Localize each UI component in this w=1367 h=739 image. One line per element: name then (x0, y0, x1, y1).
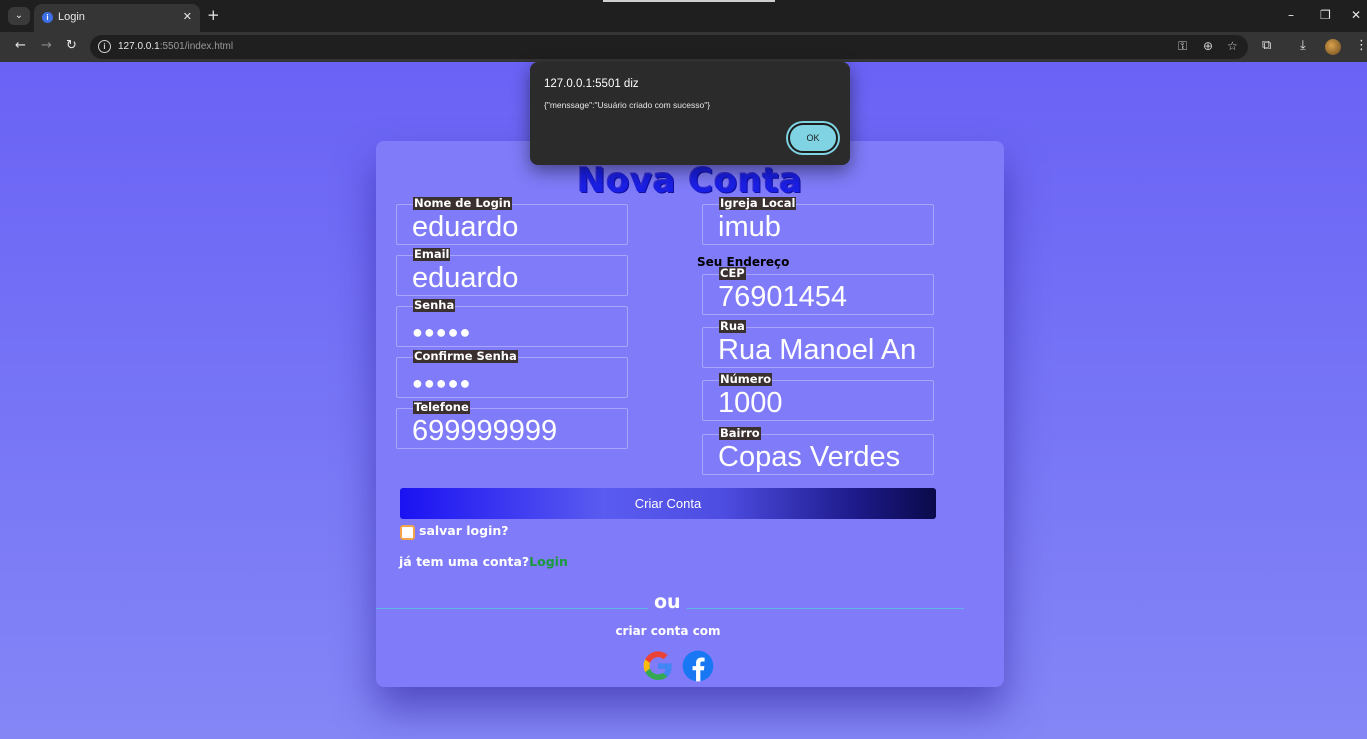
email-value[interactable]: eduardo (412, 261, 626, 295)
cep-label: CEP (719, 266, 746, 280)
number-value[interactable]: 1000 (718, 386, 932, 420)
zoom-icon[interactable]: ⊕ (1203, 39, 1213, 53)
arrow-right-icon[interactable]: → (41, 38, 52, 53)
confirm-password-label: Confirme Senha (413, 349, 518, 363)
tab-strip: ⌄ i Login ✕ + – ❐ ✕ (0, 0, 1367, 32)
info-icon[interactable]: i (98, 40, 111, 53)
phone-value[interactable]: 699999999 (412, 414, 626, 448)
signup-card: Nova Conta Nome de Login eduardo Email e… (376, 141, 1004, 687)
cep-value[interactable]: 76901454 (718, 280, 932, 314)
close-icon[interactable]: ✕ (183, 10, 192, 23)
create-account-button[interactable]: Criar Conta (400, 488, 936, 519)
password-field[interactable]: Senha ●●●●● (396, 299, 628, 349)
reload-icon[interactable]: ↻ (66, 38, 77, 53)
download-icon[interactable]: ⤓ (1300, 38, 1306, 53)
have-account-text: já tem uma conta?Login (399, 554, 568, 569)
arrow-left-icon[interactable]: ← (15, 38, 26, 53)
password-label: Senha (413, 298, 456, 312)
or-text: ou (648, 591, 687, 613)
window-close-icon[interactable]: ✕ (1351, 8, 1361, 22)
church-label: Igreja Local (719, 196, 797, 210)
ok-button[interactable]: OK (788, 123, 838, 153)
login-link[interactable]: Login (529, 554, 568, 569)
phone-label: Telefone (413, 400, 470, 414)
remember-checkbox[interactable] (400, 525, 415, 540)
puzzle-icon[interactable]: ⧉ (1262, 38, 1271, 53)
address-bar[interactable]: i 127.0.0.1:5501/index.html ⚿ ⊕ ☆ (90, 35, 1248, 59)
street-label: Rua (719, 319, 746, 333)
email-field[interactable]: Email eduardo (396, 248, 628, 296)
password-value[interactable]: ●●●●● (412, 315, 626, 349)
number-label: Número (719, 372, 773, 386)
alert-dialog: 127.0.0.1:5501 diz {"menssage":"Usuário … (530, 62, 850, 165)
chevron-down-icon[interactable]: ⌄ (8, 7, 30, 25)
kebab-menu-icon[interactable]: ⋮ (1355, 38, 1367, 53)
plus-icon[interactable]: + (207, 7, 220, 23)
tab-title: Login (58, 11, 85, 23)
login-value[interactable]: eduardo (412, 210, 626, 244)
confirm-password-value[interactable]: ●●●●● (412, 366, 626, 400)
login-label: Nome de Login (413, 196, 512, 210)
login-field[interactable]: Nome de Login eduardo (396, 197, 628, 245)
facebook-icon[interactable] (682, 650, 714, 682)
confirm-password-field[interactable]: Confirme Senha ●●●●● (396, 350, 628, 400)
key-icon[interactable]: ⚿ (1178, 39, 1187, 54)
page-title: Nova Conta (577, 161, 803, 201)
dialog-message: {"menssage":"Usuário criado com sucesso"… (544, 100, 711, 110)
top-accent-line (603, 0, 775, 2)
restore-icon[interactable]: ❐ (1320, 8, 1331, 22)
browser-toolbar: ← → ↻ i 127.0.0.1:5501/index.html ⚿ ⊕ ☆ … (0, 32, 1367, 62)
phone-field[interactable]: Telefone 699999999 (396, 401, 628, 449)
minimize-icon[interactable]: – (1288, 8, 1294, 22)
favicon-icon: i (42, 12, 53, 23)
cep-field[interactable]: CEP 76901454 (702, 267, 934, 315)
neighborhood-value[interactable]: Copas Verdes (718, 440, 932, 474)
neighborhood-label: Bairro (719, 426, 761, 440)
number-field[interactable]: Número 1000 (702, 373, 934, 421)
church-value[interactable]: imub (718, 210, 932, 244)
star-icon[interactable]: ☆ (1227, 39, 1238, 53)
create-with-text: criar conta com (615, 624, 721, 638)
church-field[interactable]: Igreja Local imub (702, 197, 934, 245)
have-account-label: já tem uma conta? (399, 554, 530, 569)
email-label: Email (413, 247, 451, 261)
street-field[interactable]: Rua Rua Manoel An (702, 320, 934, 368)
street-value[interactable]: Rua Manoel An (718, 333, 932, 367)
tab-login[interactable]: i Login ✕ (34, 4, 200, 32)
url-text: 127.0.0.1:5501/index.html (118, 41, 234, 52)
remember-label: salvar login? (419, 523, 509, 538)
neighborhood-field[interactable]: Bairro Copas Verdes (702, 427, 934, 475)
avatar[interactable] (1325, 39, 1341, 55)
dialog-title: 127.0.0.1:5501 diz (544, 78, 639, 90)
google-icon[interactable] (642, 650, 674, 682)
